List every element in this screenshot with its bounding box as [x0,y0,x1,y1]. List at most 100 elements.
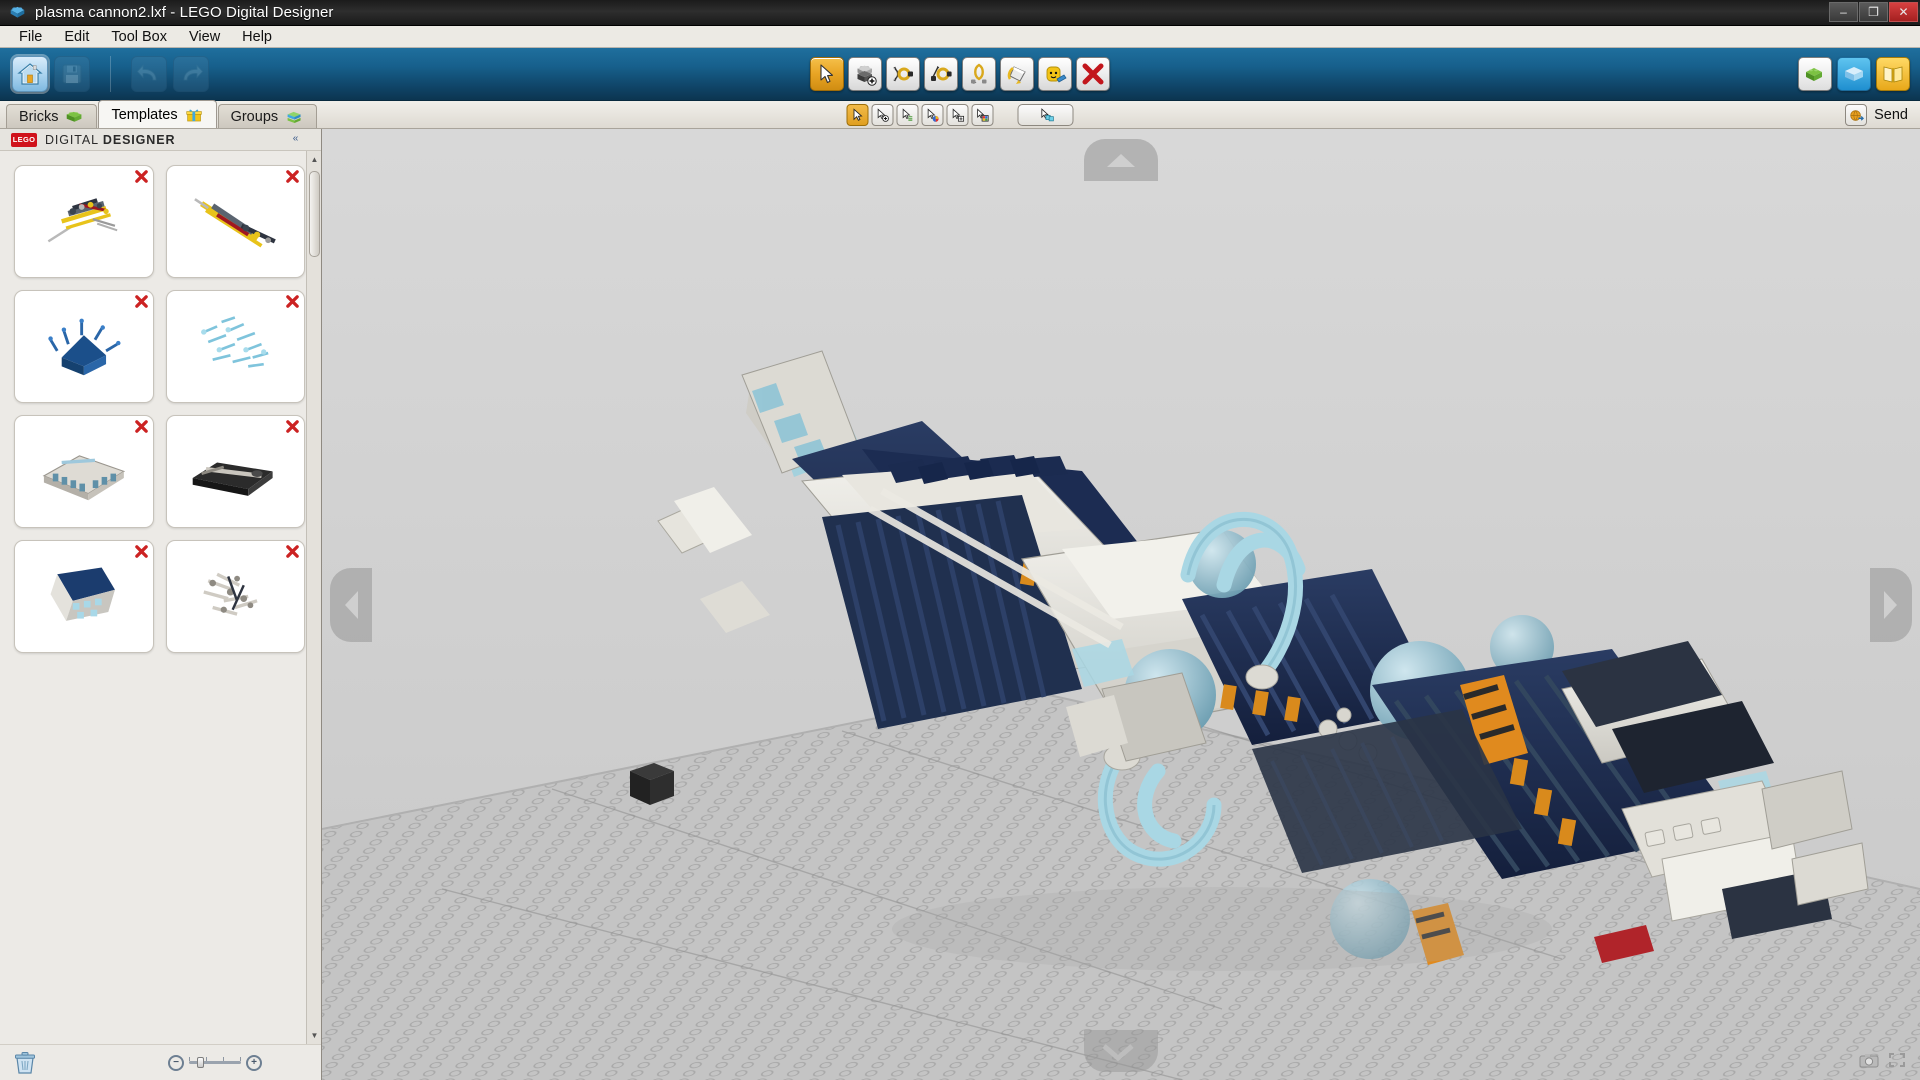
menu-file[interactable]: File [8,27,53,47]
trash-can-icon[interactable] [12,1051,38,1075]
menu-tool-box[interactable]: Tool Box [100,27,178,47]
template-thumbnail[interactable] [14,290,154,403]
close-button[interactable]: ✕ [1889,2,1918,22]
template-thumbnail[interactable] [14,540,154,653]
select-same-shape-tool[interactable] [896,104,919,126]
workspace: LEGO DIGITAL DESIGNER « ▲ ▼ − + [0,129,1920,1080]
template-preview [48,318,121,376]
menu-edit[interactable]: Edit [53,27,100,47]
menu-view[interactable]: View [178,27,231,47]
zoom-plus-icon[interactable]: + [246,1054,262,1071]
delete-tool[interactable] [1076,57,1110,91]
brand-text: DIGITAL DESIGNER [45,133,175,147]
select-same-brick-tool[interactable] [946,104,969,126]
toolbar-right-group [1798,57,1910,91]
viewport-corner-tools [1858,1050,1908,1070]
red-x-delete-icon[interactable] [285,169,300,184]
template-preview [194,198,277,248]
send-globe-icon[interactable] [1845,104,1868,126]
hinge-tool[interactable] [886,57,920,91]
red-x-delete-icon[interactable] [134,169,149,184]
scrollbar-thumb[interactable] [309,171,320,257]
nav-arrow-right-icon[interactable] [1870,567,1912,642]
toolbar-tool-group [810,57,1110,91]
template-thumbnail[interactable] [165,415,305,528]
clone-tool[interactable] [848,57,882,91]
tab-groups-label: Groups [230,108,279,125]
building-guide-button[interactable] [1876,57,1910,91]
red-x-delete-icon[interactable] [285,419,300,434]
toolbar-separator [110,56,111,92]
nav-arrow-left-icon[interactable] [330,567,372,642]
thumbnail-size-control: − + [168,1054,262,1071]
secondary-toolbar: Bricks Templates Groups Send [0,100,1920,129]
nav-arrow-up-icon[interactable] [1084,139,1158,181]
red-x-delete-icon[interactable] [285,544,300,559]
template-preview [50,567,115,621]
maximize-button[interactable]: ❐ [1859,2,1888,22]
select-all-tool[interactable] [1017,104,1074,126]
undo-button[interactable] [131,56,167,92]
view-mode-button[interactable] [1837,57,1871,91]
tab-bricks-label: Bricks [19,108,59,125]
select-tool[interactable] [810,57,844,91]
send-label[interactable]: Send [1874,107,1912,123]
select-color-shape-tool[interactable] [971,104,994,126]
stacked-brick-icon [287,111,301,123]
gift-box-icon [186,109,202,121]
template-thumbnail[interactable] [14,165,154,278]
red-x-delete-icon[interactable] [134,544,149,559]
thumbnail-size-slider[interactable] [189,1057,241,1068]
slider-knob[interactable] [197,1057,204,1068]
template-thumbnail[interactable] [14,415,154,528]
scroll-up-arrow-icon[interactable]: ▲ [309,154,320,165]
tab-templates[interactable]: Templates [98,100,217,128]
select-connected-tool[interactable] [871,104,894,126]
expand-arrows-icon[interactable] [1886,1050,1908,1070]
red-x-delete-icon[interactable] [134,294,149,309]
scroll-down-arrow-icon[interactable]: ▼ [309,1030,320,1041]
panel-scrollbar[interactable]: ▲ ▼ [306,151,321,1044]
tab-groups[interactable]: Groups [217,104,318,128]
flex-tool[interactable] [924,57,958,91]
templates-scroll-area: ▲ ▼ [0,151,321,1044]
redo-button[interactable] [173,56,209,92]
template-thumbnail[interactable] [165,165,305,278]
template-thumbnail[interactable] [165,540,305,653]
brand-bar: LEGO DIGITAL DESIGNER « [0,129,321,151]
select-same-color-tool[interactable] [921,104,944,126]
hinge-align-tool[interactable] [962,57,996,91]
template-preview [42,455,125,501]
app-lego-brick-icon [9,4,26,21]
collapse-chevrons-icon[interactable]: « [289,132,302,145]
paint-tool[interactable] [1000,57,1034,91]
home-button[interactable] [12,56,48,92]
model-viewport[interactable] [322,129,1920,1080]
selection-mode-toolbar [846,104,1074,126]
window-title-bar: plasma cannon2.lxf - LEGO Digital Design… [0,0,1920,26]
nav-arrow-down-icon[interactable] [1084,1030,1158,1072]
templates-grid [0,151,321,667]
lego-logo: LEGO [11,132,37,147]
save-button[interactable] [54,56,90,92]
panel-footer: − + [0,1044,321,1080]
red-x-delete-icon[interactable] [134,419,149,434]
panel-tab-strip: Bricks Templates Groups [0,100,318,128]
minifig-paint-tool[interactable] [1038,57,1072,91]
zoom-minus-icon[interactable]: − [168,1054,184,1071]
build-mode-button[interactable] [1798,57,1832,91]
main-toolbar [0,48,1920,101]
window-controls: – ❐ ✕ [1829,2,1918,22]
brand-text-bold: DESIGNER [102,132,176,147]
toolbar-left-group [0,56,209,92]
select-single-tool[interactable] [846,104,869,126]
green-brick-icon [67,111,82,122]
menu-help[interactable]: Help [231,27,283,47]
red-x-delete-icon[interactable] [285,294,300,309]
template-thumbnail[interactable] [165,290,305,403]
camera-icon[interactable] [1858,1050,1880,1070]
menu-bar: File Edit Tool Box View Help [0,26,1920,48]
plasma-cannon-model [322,129,1920,1080]
tab-bricks[interactable]: Bricks [6,104,98,128]
minimize-button[interactable]: – [1829,2,1858,22]
